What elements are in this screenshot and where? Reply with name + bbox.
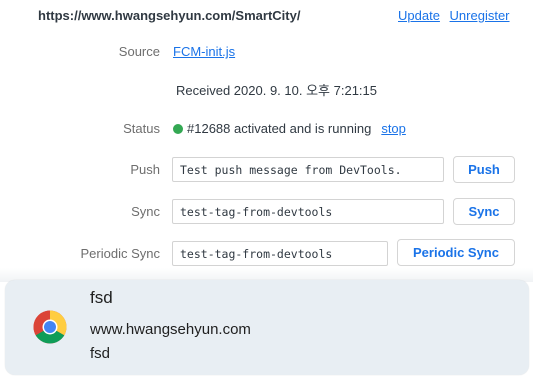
update-link[interactable]: Update — [398, 8, 440, 23]
push-button[interactable]: Push — [453, 156, 515, 183]
status-value: #12688 activated and is running stop — [173, 121, 406, 136]
push-message-input[interactable] — [172, 157, 444, 182]
status-running-dot-icon — [173, 124, 183, 134]
sync-tag-input[interactable] — [172, 199, 444, 224]
periodic-sync-label: Periodic Sync — [80, 246, 160, 261]
notification-origin: www.hwangsehyun.com — [90, 321, 251, 338]
push-label: Push — [130, 162, 160, 177]
stop-link[interactable]: stop — [381, 121, 406, 136]
sync-button[interactable]: Sync — [453, 198, 515, 225]
status-label: Status — [123, 121, 160, 136]
periodic-sync-button[interactable]: Periodic Sync — [397, 239, 515, 266]
push-notification[interactable]: fsd www.hwangsehyun.com fsd — [5, 280, 529, 375]
service-worker-actions: Update Unregister — [398, 8, 510, 23]
sync-label: Sync — [131, 204, 160, 219]
unregister-link[interactable]: Unregister — [450, 8, 510, 23]
chrome-icon — [33, 310, 67, 344]
source-label: Source — [118, 44, 160, 59]
notification-title: fsd — [90, 288, 113, 307]
received-timestamp: Received 2020. 9. 10. 오후 7:21:15 — [176, 83, 377, 98]
notification-body: fsd — [90, 345, 111, 362]
periodic-sync-tag-input[interactable] — [172, 241, 388, 266]
status-text: #12688 activated and is running — [187, 121, 372, 136]
service-worker-scope-url: https://www.hwangsehyun.com/SmartCity/ — [38, 8, 301, 23]
source-file-link[interactable]: FCM-init.js — [173, 44, 235, 59]
